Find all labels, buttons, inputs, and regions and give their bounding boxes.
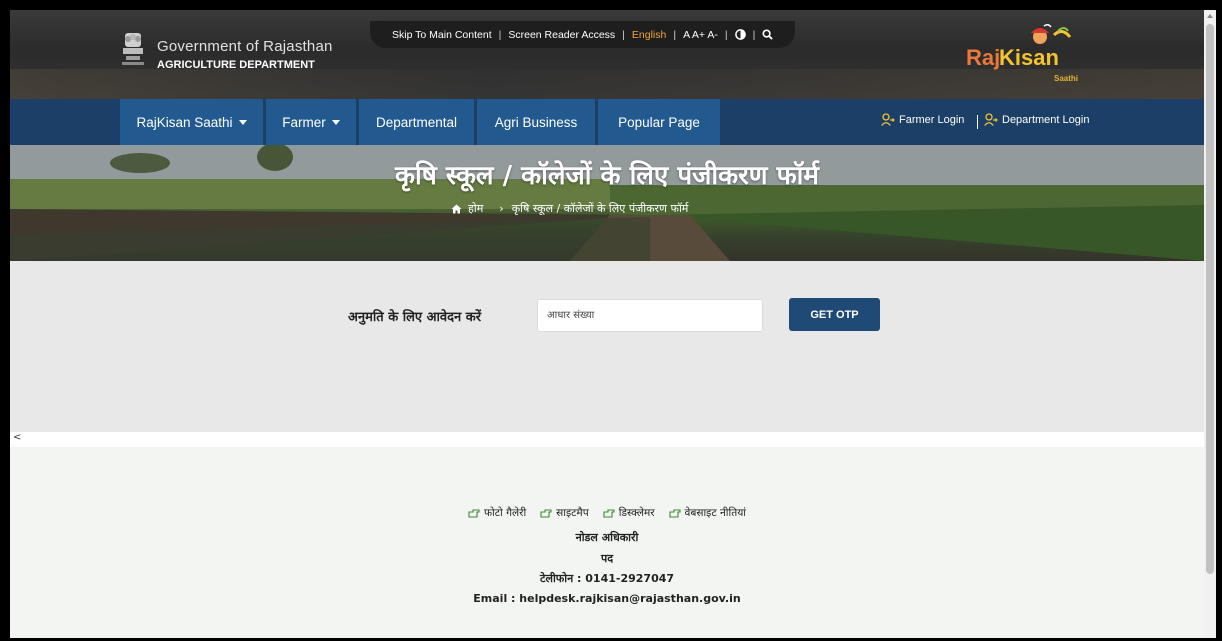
divider: |	[724, 28, 728, 41]
divider: |	[673, 28, 677, 41]
logo-text-raj: Raj	[966, 45, 1001, 70]
nodal-officer-heading: नोडल अधिकारी	[575, 531, 639, 544]
footer-links: फोटो गैलेरी साइटमैप डिस्क्लेमर वेबसाइट न…	[10, 506, 1204, 520]
footer-link-label: वेबसाइट नीतियां	[684, 507, 747, 519]
nav-item-rajkisan-saathi[interactable]: RajKisan Saathi	[120, 99, 263, 145]
breadcrumb-home-link[interactable]: होम	[468, 201, 483, 216]
nav-item-label: Departmental	[375, 114, 458, 130]
vertical-scrollbar[interactable]	[1204, 10, 1216, 638]
state-emblem-icon	[122, 33, 144, 65]
footer-link-photo-gallery[interactable]: फोटो गैलेरी	[468, 506, 526, 520]
designation-text: पद	[600, 552, 614, 565]
scroll-up-arrow-icon[interactable]	[1207, 14, 1213, 18]
logo-text-kisan: Kisan	[999, 45, 1059, 70]
nav-item-farmer[interactable]: Farmer	[266, 99, 356, 145]
skip-to-main-link[interactable]: Skip To Main Content	[392, 29, 492, 41]
main-navigation: RajKisan Saathi Farmer Departmental Agri…	[10, 99, 1204, 145]
farmer-login-link[interactable]: Farmer Login	[881, 113, 964, 126]
divider: |	[622, 28, 625, 41]
hand-pointer-icon	[540, 509, 552, 518]
chevron-down-icon	[331, 119, 340, 125]
nav-item-popular-page[interactable]: Popular Page	[598, 99, 720, 145]
nav-item-departmental[interactable]: Departmental	[359, 99, 474, 145]
accessibility-bar: Skip To Main Content | Screen Reader Acc…	[370, 21, 796, 48]
hand-pointer-icon	[468, 509, 480, 518]
hand-pointer-icon	[603, 509, 615, 518]
nav-item-label: Farmer	[282, 114, 326, 130]
rajkisan-saathi-logo[interactable]: Raj Kisan Saathi	[966, 23, 1101, 87]
footer-link-sitemap[interactable]: साइटमैप	[540, 506, 589, 520]
email-text[interactable]: Email : helpdesk.rajkisan@rajasthan.gov.…	[10, 592, 1204, 605]
site-header: Government of Rajasthan AGRICULTURE DEPA…	[10, 10, 1204, 99]
language-toggle[interactable]: English	[632, 29, 666, 41]
browser-viewport: Government of Rajasthan AGRICULTURE DEPA…	[10, 10, 1216, 638]
breadcrumb-current: कृषि स्कूल / कॉलेजों के लिए पंजीकरण फॉर्…	[511, 202, 689, 215]
farmer-login-label: Farmer Login	[899, 113, 965, 126]
government-title: Government of Rajasthan	[157, 38, 333, 55]
footer-link-label: फोटो गैलेरी	[483, 507, 527, 519]
get-otp-button[interactable]: GET OTP	[789, 298, 880, 331]
divider	[977, 115, 978, 129]
home-icon	[451, 204, 462, 213]
nav-item-label: RajKisan Saathi	[136, 114, 233, 130]
phone-text: टेलीफोन : 0141-2927047	[539, 572, 675, 585]
nav-item-label: Agri Business	[494, 114, 578, 130]
screen-reader-link[interactable]: Screen Reader Access	[508, 29, 615, 41]
footer-link-disclaimer[interactable]: डिस्क्लेमर	[603, 506, 655, 520]
divider: |	[752, 28, 756, 41]
footer-link-label: साइटमैप	[556, 507, 589, 519]
divider: |	[498, 28, 502, 41]
application-form-section: अनुमति के लिए आवेदन करें GET OTP	[10, 261, 1204, 432]
stray-text: <	[13, 432, 22, 443]
nav-item-agri-business[interactable]: Agri Business	[477, 99, 595, 145]
aadhaar-number-input[interactable]	[537, 299, 763, 332]
breadcrumb: होम › कृषि स्कूल / कॉलेजों के लिए पंजीकर…	[451, 201, 688, 216]
font-size-controls[interactable]: A A+ A-	[683, 29, 718, 41]
footer-link-website-policies[interactable]: वेबसाइट नीतियां	[668, 506, 747, 520]
user-login-icon	[881, 113, 895, 126]
logo-text-saathi: Saathi	[1054, 74, 1079, 83]
nav-item-label: Popular Page	[618, 114, 700, 130]
breadcrumb-separator: ›	[499, 202, 504, 215]
page-title: कृषि स्कूल / कॉलेजों के लिए पंजीकरण फॉर्…	[395, 161, 819, 191]
page-banner: कृषि स्कूल / कॉलेजों के लिए पंजीकरण फॉर्…	[10, 145, 1204, 261]
site-footer: फोटो गैलेरी साइटमैप डिस्क्लेमर वेबसाइट न…	[10, 447, 1204, 638]
department-login-label: Department Login	[1002, 113, 1090, 126]
chevron-down-icon	[238, 119, 247, 125]
contrast-icon[interactable]	[734, 29, 746, 40]
department-login-link[interactable]: Department Login	[984, 113, 1089, 126]
scrollbar-thumb[interactable]	[1206, 24, 1214, 574]
department-title: AGRICULTURE DEPARTMENT	[157, 59, 315, 71]
user-login-icon	[984, 113, 998, 126]
footer-link-label: डिस्क्लेमर	[618, 507, 655, 519]
search-icon[interactable]	[762, 29, 774, 40]
form-label: अनुमति के लिए आवेदन करें	[348, 310, 482, 325]
hand-pointer-icon	[668, 509, 681, 518]
